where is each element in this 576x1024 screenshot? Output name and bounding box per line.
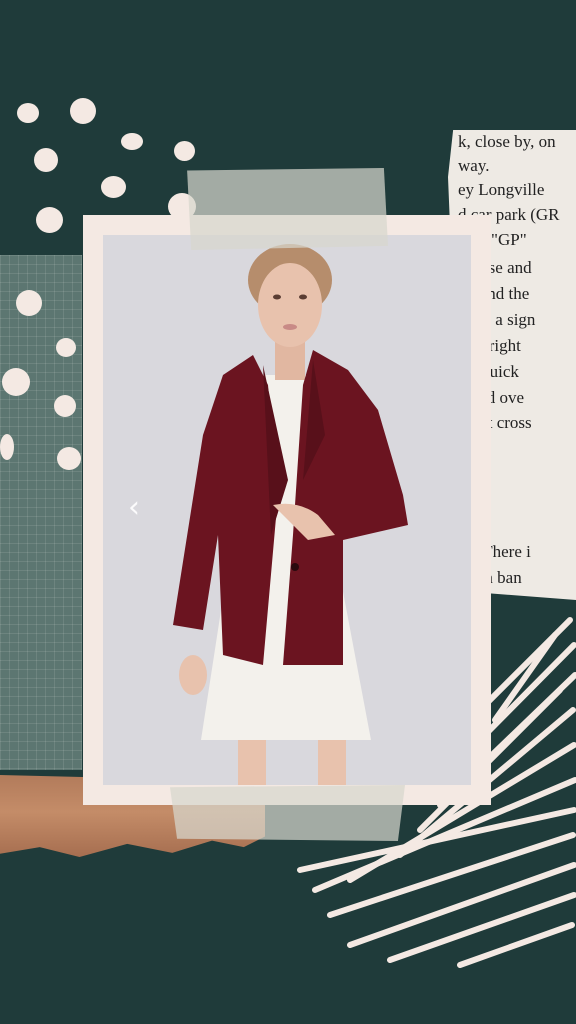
- washi-tape-bottom: [170, 785, 405, 841]
- dot: [70, 98, 96, 124]
- grid-paper-scrap: [0, 255, 82, 770]
- dot: [56, 338, 76, 357]
- fashion-photo: [103, 235, 471, 785]
- dot: [54, 395, 76, 417]
- washi-tape-top: [187, 168, 388, 250]
- model-figure: [103, 235, 471, 785]
- dot: [174, 141, 195, 161]
- dot: [36, 207, 63, 233]
- dot: [57, 447, 81, 470]
- collage-canvas: k, close by, on way. ey Longville d car …: [0, 0, 576, 1024]
- dot: [16, 290, 42, 316]
- dot: [121, 133, 143, 150]
- newspaper-line: k, close by, on: [458, 132, 556, 151]
- dot: [2, 368, 30, 396]
- newspaper-line: ey Longville: [458, 180, 545, 199]
- chevron-left-icon[interactable]: ‹: [121, 490, 147, 526]
- dot: [0, 434, 14, 460]
- dot: [101, 176, 126, 198]
- dot: [34, 148, 58, 172]
- newspaper-line: way.: [458, 156, 490, 175]
- dot: [17, 103, 39, 123]
